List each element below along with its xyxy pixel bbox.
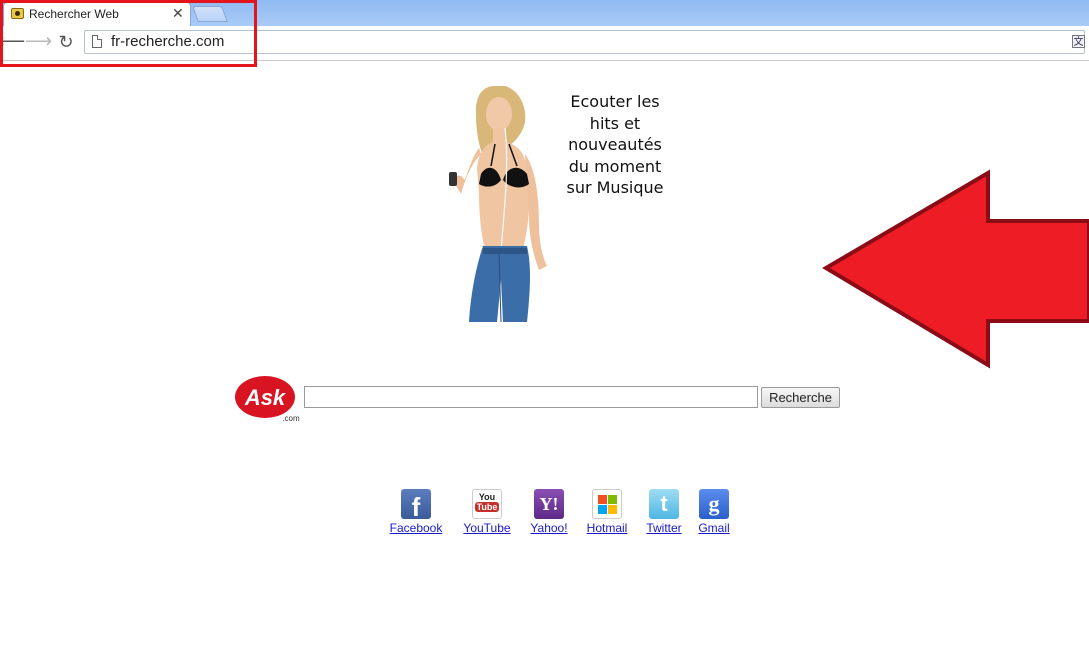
advert-line: du moment — [568, 156, 662, 176]
red-arrow-annotation — [822, 169, 1089, 369]
facebook-icon: f — [401, 489, 431, 522]
twitter-link[interactable]: t Twitter — [644, 489, 684, 535]
link-label: YouTube — [463, 521, 511, 535]
ask-logo-text: Ask — [244, 385, 287, 410]
advert-line: sur Musique — [566, 178, 664, 197]
search-input[interactable] — [304, 386, 758, 408]
twitter-icon: t — [649, 489, 679, 519]
hotmail-link[interactable]: Hotmail — [584, 489, 630, 535]
advert-text[interactable]: Ecouter les hits et nouveautés du moment… — [560, 91, 670, 199]
gmail-link[interactable]: g Gmail — [698, 489, 730, 535]
link-label: Hotmail — [586, 521, 628, 535]
yahoo-icon: Y! — [534, 489, 564, 519]
woman-listening-music-image[interactable] — [443, 84, 555, 322]
ask-logo[interactable]: Ask .com — [234, 375, 302, 423]
google-icon: g — [699, 489, 729, 519]
youtube-icon: You Tube — [472, 489, 502, 519]
youtube-icon-tube: Tube — [474, 502, 500, 512]
advert-line: hits et — [589, 113, 641, 133]
facebook-link[interactable]: f Facebook — [388, 489, 444, 535]
windows-icon — [592, 489, 622, 519]
youtube-icon-you: You — [478, 492, 496, 502]
link-label: Facebook — [389, 521, 443, 535]
link-label: Gmail — [698, 521, 730, 535]
link-label: Twitter — [646, 521, 682, 535]
tab-highlight-box — [0, 0, 257, 67]
youtube-link[interactable]: You Tube YouTube — [460, 489, 514, 535]
link-label: Yahoo! — [530, 521, 568, 535]
translate-icon[interactable]: 文 — [1072, 35, 1085, 48]
ask-logo-suffix: .com — [282, 414, 300, 423]
search-button[interactable]: Recherche — [761, 387, 840, 408]
advert-line: Ecouter les — [570, 92, 660, 111]
advert-line: nouveautés — [568, 135, 662, 154]
yahoo-link[interactable]: Y! Yahoo! — [528, 489, 570, 535]
